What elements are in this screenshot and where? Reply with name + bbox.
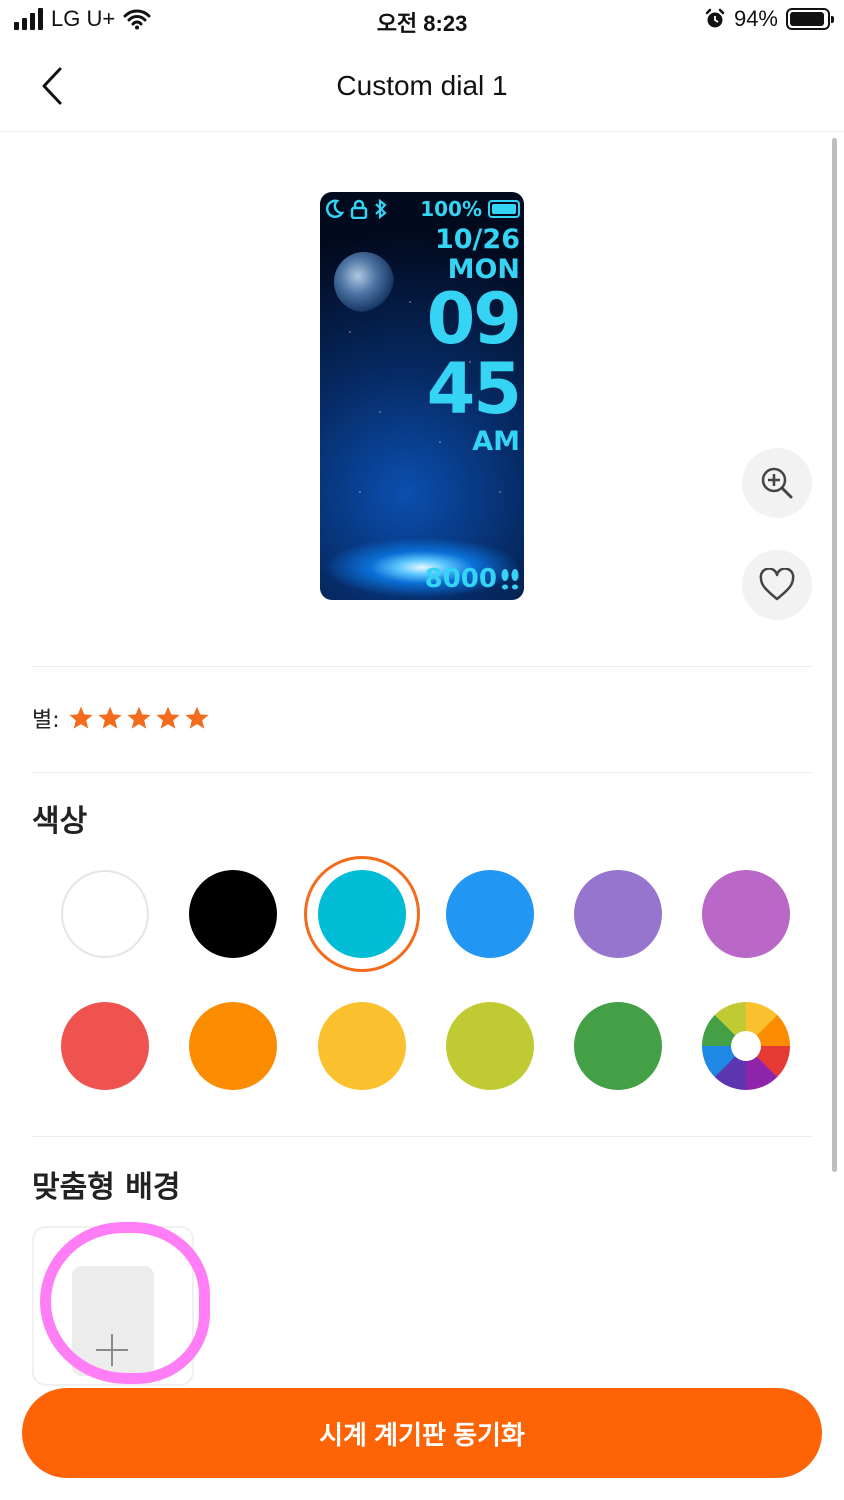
moon-icon: [325, 199, 344, 218]
moon-image: [334, 252, 394, 312]
watch-minute: 45: [426, 348, 522, 430]
color-swatch[interactable]: [61, 870, 149, 958]
color-swatch[interactable]: [574, 1002, 662, 1090]
stars: [68, 705, 213, 731]
color-swatch[interactable]: [189, 1002, 277, 1090]
watch-battery-icon: [488, 200, 520, 218]
star-icon: [185, 706, 209, 729]
divider: [32, 666, 812, 667]
watch-steps: 8000: [425, 564, 520, 594]
color-swatch[interactable]: [446, 870, 534, 958]
color-swatch[interactable]: [318, 870, 406, 958]
page-title: Custom dial 1: [336, 70, 508, 101]
watch-status-row: 100%: [324, 196, 520, 222]
bluetooth-icon: [375, 199, 387, 219]
status-bar: LG U+ 오전 8:23 94%: [0, 0, 844, 44]
star-icon: [98, 706, 122, 729]
battery-percent: 94%: [733, 6, 778, 31]
footsteps-icon: [501, 569, 519, 590]
watch-face-preview: 100% 10/26 MON 09 45 AM 8000: [320, 192, 524, 600]
status-right: 94%: [704, 6, 834, 32]
zoom-in-icon: [761, 467, 793, 499]
divider: [32, 772, 812, 773]
nav-bar: Custom dial 1: [0, 44, 844, 132]
lock-icon: [350, 199, 368, 219]
color-swatch[interactable]: [702, 870, 790, 958]
color-swatch[interactable]: [318, 1002, 406, 1090]
battery-icon: [786, 8, 834, 30]
rating-row: 별:: [32, 702, 213, 734]
color-swatch[interactable]: [446, 1002, 534, 1090]
rating-label: 별:: [32, 708, 60, 733]
favorite-button[interactable]: [742, 550, 812, 620]
star-icon: [127, 706, 151, 729]
watch-ampm: AM: [472, 426, 520, 457]
watch-date: 10/26: [434, 224, 520, 255]
highlight-annotation: [40, 1222, 210, 1384]
star-icon: [69, 706, 93, 729]
watch-steps-value: 8000: [424, 564, 497, 594]
sync-watch-face-button[interactable]: 시계 계기판 동기화: [22, 1388, 822, 1478]
alarm-icon: [705, 8, 725, 28]
divider: [32, 1136, 812, 1137]
color-swatch[interactable]: [574, 870, 662, 958]
custom-background-title: 맞춤형 배경: [32, 1170, 181, 1205]
color-section-title: 색상: [32, 804, 88, 839]
color-swatch[interactable]: [61, 1002, 149, 1090]
watch-battery-text: 100%: [420, 197, 482, 221]
color-swatch[interactable]: [189, 870, 277, 958]
heart-icon: [759, 568, 795, 601]
zoom-button[interactable]: [742, 448, 812, 518]
watch-hour: 09: [426, 278, 522, 360]
scrollbar[interactable]: [832, 138, 837, 1172]
custom-color-wheel[interactable]: [702, 1002, 790, 1090]
star-icon: [156, 706, 180, 729]
